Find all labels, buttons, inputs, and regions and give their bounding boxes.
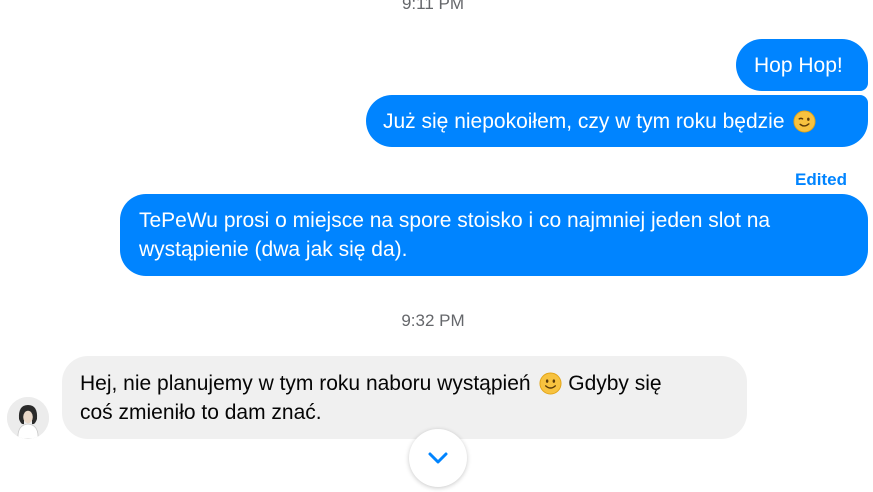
message-bubble-outgoing[interactable]: TePeWu prosi o miejsce na spore stoisko … [120, 194, 868, 276]
message-text: Hej, nie planujemy w tym roku naboru wys… [80, 372, 531, 395]
scroll-to-bottom-button[interactable] [409, 429, 467, 487]
winking-face-icon [793, 110, 816, 133]
message-bubble-incoming[interactable]: Hej, nie planujemy w tym roku naboru wys… [62, 356, 747, 439]
message-text-line: Hej, nie planujemy w tym roku naboru wys… [80, 369, 730, 398]
message-text: Już się niepokoiłem, czy w tym roku będz… [383, 110, 785, 133]
message-bubble-outgoing[interactable]: Hop Hop! [736, 39, 868, 91]
avatar-photo-icon [7, 397, 49, 439]
message-text: TePeWu prosi o miejsce na spore stoisko … [139, 209, 771, 232]
message-text: Gdyby się [568, 372, 662, 395]
timestamp: 9:32 PM [401, 311, 465, 330]
scroll-to-bottom-icon [428, 452, 448, 464]
edited-label: Edited [795, 170, 847, 189]
message-text: Hop Hop! [754, 54, 843, 77]
contact-avatar[interactable] [7, 397, 49, 439]
timestamp: 9:11 PM [401, 0, 465, 13]
message-text: coś zmieniło to dam znać. [80, 401, 322, 424]
message-text: wystąpienie (dwa jak się da). [139, 238, 408, 261]
message-bubble-outgoing[interactable]: Już się niepokoiłem, czy w tym roku będz… [366, 95, 868, 147]
smiling-face-icon [539, 372, 562, 395]
